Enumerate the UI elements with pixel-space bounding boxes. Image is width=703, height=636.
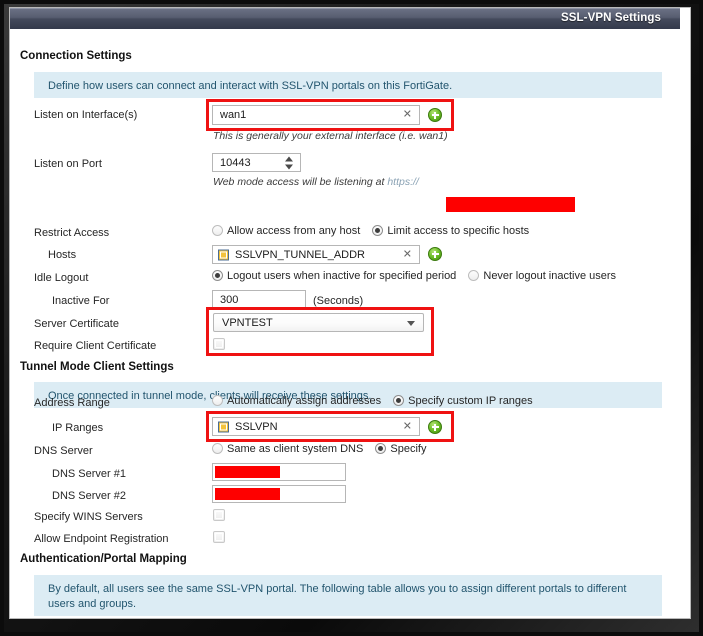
- specify-wins-checkbox[interactable]: [213, 509, 225, 521]
- radio-selected-icon: [375, 443, 387, 455]
- dns-server-label: DNS Server: [34, 445, 93, 457]
- ip-ranges-label: IP Ranges: [52, 422, 104, 434]
- listen-interface-clear-icon[interactable]: ✕: [403, 109, 412, 121]
- settings-form: Connection Settings Define how users can…: [10, 29, 680, 618]
- idle-logout-label: Idle Logout: [34, 272, 89, 284]
- dns-server-option-specify[interactable]: Specify: [375, 443, 426, 455]
- hosts-label: Hosts: [48, 249, 77, 261]
- restrict-access-option-limit-label: Limit access to specific hosts: [387, 225, 530, 238]
- dns-server-option-same[interactable]: Same as client system DNS: [212, 443, 363, 455]
- address-range-radio-group: Automatically assign addresses Specify c…: [212, 395, 533, 407]
- server-certificate-value: VPNTEST: [222, 316, 273, 329]
- require-client-certificate-label: Require Client Certificate: [34, 340, 157, 352]
- connection-settings-heading: Connection Settings: [20, 50, 132, 62]
- hosts-add-button[interactable]: [428, 247, 442, 261]
- inactive-for-units: (Seconds): [313, 295, 364, 307]
- hosts-clear-icon[interactable]: ✕: [403, 249, 412, 260]
- listen-interface-hint: This is generally your external interfac…: [213, 130, 448, 142]
- restrict-access-option-any[interactable]: Allow access from any host: [212, 225, 360, 237]
- address-object-icon: [218, 249, 229, 260]
- ip-ranges-value: SSLVPN: [235, 420, 278, 433]
- radio-unselected-icon: [468, 270, 480, 282]
- dns-server-option-same-label: Same as client system DNS: [227, 443, 364, 456]
- idle-logout-option-timeout-label: Logout users when inactive for specified…: [227, 270, 457, 283]
- listen-interface-add-button[interactable]: [428, 108, 442, 122]
- address-range-option-auto-label: Automatically assign addresses: [227, 395, 382, 408]
- restrict-access-option-limit[interactable]: Limit access to specific hosts: [372, 225, 529, 237]
- address-range-option-custom-label: Specify custom IP ranges: [408, 395, 533, 408]
- allow-endpoint-registration-checkbox[interactable]: [213, 531, 225, 543]
- restrict-access-label: Restrict Access: [34, 227, 110, 239]
- hosts-value: SSLVPN_TUNNEL_ADDR: [235, 248, 366, 261]
- hosts-input[interactable]: SSLVPN_TUNNEL_ADDR ✕: [212, 245, 420, 264]
- idle-logout-option-timeout[interactable]: Logout users when inactive for specified…: [212, 270, 456, 282]
- page-title: SSL-VPN Settings: [560, 12, 661, 24]
- listen-port-label: Listen on Port: [34, 158, 102, 170]
- dns-server-radio-group: Same as client system DNS Specify: [212, 443, 426, 455]
- idle-logout-radio-group: Logout users when inactive for specified…: [212, 270, 616, 282]
- chevron-down-icon: [407, 320, 415, 326]
- listen-interface-input[interactable]: wan1 ✕: [212, 105, 420, 125]
- inactive-for-value: 300: [220, 293, 239, 306]
- radio-selected-icon: [372, 225, 384, 237]
- dns-server-2-label: DNS Server #2: [52, 490, 126, 502]
- listen-port-url-redaction: [446, 197, 575, 212]
- dns-server-1-redaction: [215, 466, 280, 478]
- connection-settings-banner: Define how users can connect and interac…: [34, 72, 662, 98]
- ip-ranges-add-button[interactable]: [428, 420, 442, 434]
- address-object-icon: [218, 421, 229, 432]
- address-range-label: Address Range: [34, 397, 110, 409]
- restrict-access-radio-group: Allow access from any host Limit access …: [212, 225, 529, 237]
- screenshot-frame: SSL-VPN Settings Connection Settings Def…: [0, 0, 703, 636]
- allow-endpoint-registration-label: Allow Endpoint Registration: [34, 533, 169, 545]
- listen-port-hint-scheme: https://: [387, 176, 419, 188]
- window-titlebar: SSL-VPN Settings: [10, 8, 680, 29]
- ip-ranges-input[interactable]: SSLVPN ✕: [212, 417, 420, 436]
- address-range-option-custom[interactable]: Specify custom IP ranges: [393, 395, 533, 407]
- inactive-for-label: Inactive For: [52, 295, 110, 307]
- require-client-certificate-checkbox[interactable]: [213, 338, 225, 350]
- listen-interface-value: wan1: [220, 109, 247, 121]
- ip-ranges-clear-icon[interactable]: ✕: [403, 421, 412, 432]
- idle-logout-option-never[interactable]: Never logout inactive users: [468, 270, 616, 282]
- listen-port-hint: Web mode access will be listening at htt…: [213, 176, 419, 188]
- radio-selected-icon: [393, 395, 405, 407]
- specify-wins-label: Specify WINS Servers: [34, 511, 143, 523]
- authentication-portal-mapping-heading: Authentication/Portal Mapping: [20, 553, 187, 565]
- restrict-access-option-any-label: Allow access from any host: [227, 225, 361, 238]
- radio-selected-icon: [212, 270, 223, 282]
- listen-port-stepper-icon[interactable]: [285, 156, 294, 169]
- dns-server-1-label: DNS Server #1: [52, 468, 126, 480]
- idle-logout-option-never-label: Never logout inactive users: [483, 270, 617, 283]
- inactive-for-input[interactable]: 300: [212, 290, 306, 309]
- server-certificate-select[interactable]: VPNTEST: [213, 313, 424, 332]
- listen-port-hint-prefix: Web mode access will be listening at: [213, 176, 388, 188]
- tunnel-mode-heading: Tunnel Mode Client Settings: [20, 361, 174, 373]
- dns-server-1-input[interactable]: [212, 463, 346, 481]
- address-range-option-auto[interactable]: Automatically assign addresses: [212, 395, 381, 407]
- listen-port-value: 10443: [220, 156, 251, 169]
- radio-unselected-icon: [212, 443, 223, 455]
- listen-interface-label: Listen on Interface(s): [34, 109, 138, 121]
- authentication-portal-mapping-banner: By default, all users see the same SSL-V…: [34, 575, 662, 616]
- dns-server-2-redaction: [215, 488, 280, 500]
- radio-unselected-icon: [212, 225, 223, 237]
- radio-unselected-icon: [212, 395, 223, 407]
- dns-server-option-specify-label: Specify: [390, 443, 427, 456]
- listen-port-input[interactable]: 10443: [212, 153, 301, 172]
- server-certificate-label: Server Certificate: [34, 318, 119, 330]
- dns-server-2-input[interactable]: [212, 485, 346, 503]
